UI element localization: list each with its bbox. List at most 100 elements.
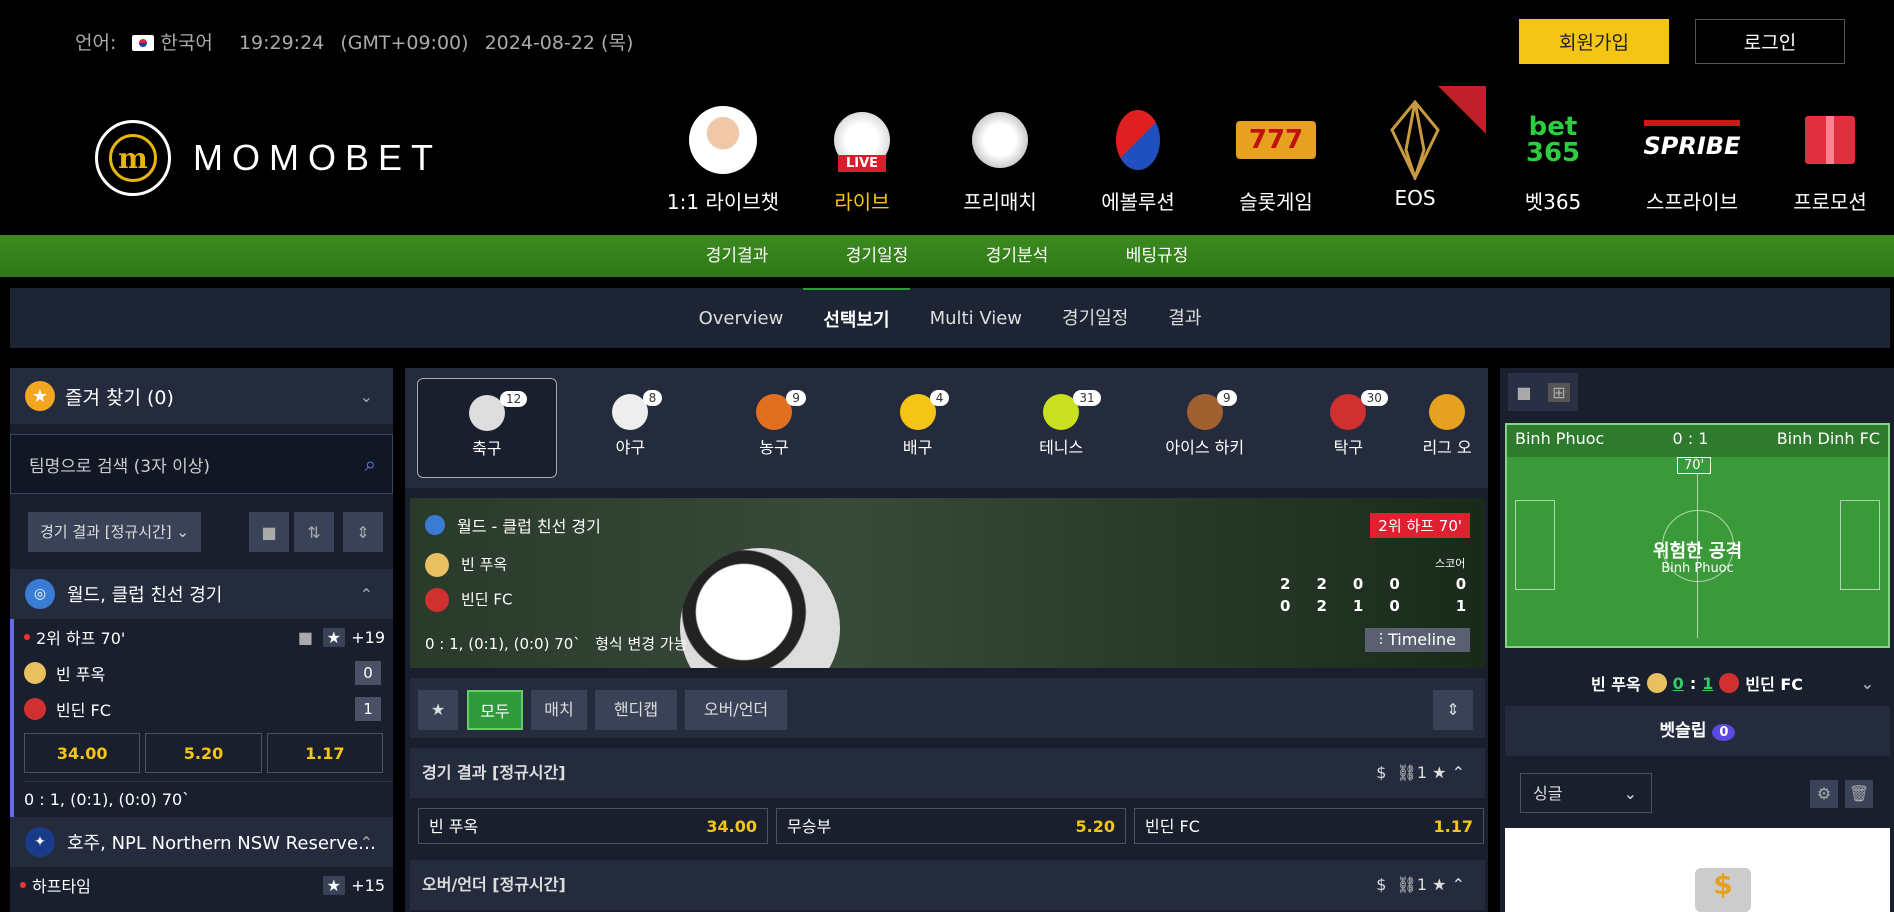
league-header[interactable]: ◎ 월드, 클럽 친선 경기 ⌃ bbox=[10, 569, 393, 619]
bet-mode-select[interactable]: 싱글 ⌄ bbox=[1520, 773, 1652, 813]
scoreboard-icon: ⊞ bbox=[1548, 382, 1570, 402]
chevron-up-icon[interactable]: ⌃ bbox=[1452, 763, 1465, 782]
live-dot bbox=[24, 634, 30, 640]
nav-promotion[interactable]: 프로모션 bbox=[1765, 100, 1894, 215]
sport-tabletennis[interactable]: 30 탁구 bbox=[1279, 378, 1419, 478]
link-icon[interactable]: ⛓ bbox=[1397, 763, 1417, 782]
nav-slot[interactable]: 777 슬롯게임 bbox=[1211, 100, 1341, 215]
market-header[interactable]: 경기 결과 [정규시간] $ ⛓1 ★ ⌃ bbox=[410, 748, 1485, 798]
nav-bet365[interactable]: bet 365 벳365 bbox=[1488, 100, 1618, 215]
evolution-icon bbox=[1116, 110, 1160, 170]
timeline-button[interactable]: ⫶ Timeline bbox=[1364, 628, 1470, 652]
slot-777-icon: 777 bbox=[1236, 121, 1316, 159]
collapse-all-icon[interactable]: ⇕ bbox=[1433, 690, 1473, 730]
eos-icon bbox=[1390, 100, 1440, 180]
video-icon[interactable]: ■ bbox=[298, 628, 313, 647]
search-input[interactable]: 팀명으로 검색 (3자 이상) ⌕ bbox=[10, 434, 393, 494]
link-icon[interactable]: ⛓ bbox=[1397, 875, 1417, 894]
subnav-schedule[interactable]: 경기일정 bbox=[807, 235, 947, 277]
odd-away[interactable]: 1.17 bbox=[266, 733, 383, 773]
nav-livechat[interactable]: 1:1 라이브챗 bbox=[658, 100, 788, 215]
chevron-down-icon: ⌄ bbox=[1623, 784, 1637, 803]
match-banner: 월드 - 클럽 친선 경기 2위 하프 70' 빈 푸옥 빈딘 FC 스코어 2… bbox=[410, 498, 1485, 668]
spribe-icon: SPRIBE bbox=[1643, 120, 1741, 160]
tab-select-view[interactable]: 선택보기 bbox=[803, 288, 910, 348]
filter-all[interactable]: 모두 bbox=[467, 690, 523, 730]
login-button[interactable]: 로그인 bbox=[1695, 19, 1845, 64]
nav-prematch[interactable]: 프리매치 bbox=[935, 100, 1065, 215]
video-icon[interactable]: ■ bbox=[249, 512, 289, 552]
sport-icehockey[interactable]: 9 아이스 하키 bbox=[1135, 378, 1275, 478]
sport-volleyball[interactable]: 4 배구 bbox=[848, 378, 988, 478]
odd-home[interactable]: 34.00 bbox=[24, 733, 141, 773]
sport-baseball[interactable]: 8 야구 bbox=[561, 378, 701, 478]
star-icon[interactable]: ★ bbox=[322, 875, 345, 895]
locale-info: 언어: 한국어 19:29:24 (GMT+09:00) 2024-08-22 … bbox=[75, 28, 643, 55]
sub-nav: 경기결과 경기일정 경기분석 베팅규정 bbox=[0, 235, 1894, 277]
tab-results[interactable]: 결과 bbox=[1148, 288, 1221, 348]
star-icon[interactable]: ★ bbox=[418, 690, 458, 730]
market-filter-select[interactable]: 경기 결과 [정규시간] ⌄ bbox=[28, 511, 201, 552]
tab-schedule[interactable]: 경기일정 bbox=[1042, 288, 1148, 348]
betslip-empty-area: $ bbox=[1505, 828, 1890, 912]
league-header[interactable]: ✦ 호주, NPL Northern NSW Reserve… ⌃ bbox=[10, 817, 393, 867]
sport-lol[interactable]: 리그 오 bbox=[1422, 378, 1472, 478]
subnav-analysis[interactable]: 경기분석 bbox=[947, 235, 1087, 277]
nav-live[interactable]: LIVE 라이브 bbox=[797, 100, 927, 215]
sort-icon[interactable]: ⇅ bbox=[294, 512, 334, 552]
bet-filter-bar: ★ 모두 매치 핸디캡 오버/언더 ⇕ bbox=[410, 678, 1485, 738]
odd-draw[interactable]: 무승부 5.20 bbox=[776, 808, 1126, 844]
world-icon: ◎ bbox=[25, 579, 55, 609]
subnav-results[interactable]: 경기결과 bbox=[667, 235, 807, 277]
view-tabs: Overview 선택보기 Multi View 경기일정 결과 bbox=[10, 288, 1890, 348]
search-icon: ⌕ bbox=[364, 452, 376, 476]
chevron-up-icon: ⌃ bbox=[359, 832, 373, 852]
video-toggle[interactable]: ■ ⊞ bbox=[1508, 373, 1578, 411]
agent-icon bbox=[689, 106, 757, 174]
subnav-rules[interactable]: 베팅규정 bbox=[1087, 235, 1227, 277]
status-badge: 2위 하프 70' bbox=[1370, 513, 1470, 538]
star-icon[interactable]: ★ bbox=[1432, 763, 1446, 782]
filter-match[interactable]: 매치 bbox=[531, 690, 587, 730]
video-icon: ■ bbox=[1516, 382, 1532, 402]
star-icon[interactable]: ★ bbox=[1432, 875, 1446, 894]
chevron-up-icon: ⌃ bbox=[359, 584, 373, 604]
signup-button[interactable]: 회원가입 bbox=[1519, 19, 1669, 64]
left-panel: ★ 즐겨 찾기 (0) ⌄ 팀명으로 검색 (3자 이상) ⌕ 경기 결과 [정규시간… bbox=[10, 368, 393, 912]
settings-icon[interactable]: ⚙ bbox=[1810, 780, 1838, 808]
sport-soccer[interactable]: 12 축구 bbox=[417, 378, 557, 478]
trash-icon[interactable]: 🗑 bbox=[1845, 780, 1873, 808]
betslip-count: 0 bbox=[1712, 724, 1736, 741]
chevron-up-icon[interactable]: ⌃ bbox=[1452, 875, 1465, 894]
dollar-icon[interactable]: $ bbox=[1376, 875, 1386, 894]
match-card[interactable]: 2위 하프 70' ■ ★ +19 빈 푸옥 0 빈딘 FC 1 34.00 5.20 1.… bbox=[10, 619, 393, 817]
clock: 19:29:24 bbox=[238, 32, 325, 54]
nav-spribe[interactable]: SPRIBE 스프라이브 bbox=[1627, 100, 1757, 215]
language-selector[interactable]: 한국어 bbox=[132, 32, 222, 54]
odd-draw[interactable]: 5.20 bbox=[145, 733, 262, 773]
star-icon[interactable]: ★ bbox=[322, 627, 345, 647]
center-panel: 12 축구 8 야구 9 농구 4 배구 31 테니스 9 아이스 하키 30 탁구 리그 오… bbox=[405, 368, 1488, 912]
collapse-all-icon[interactable]: ⇕ bbox=[343, 512, 383, 552]
filter-handicap[interactable]: 핸디캡 bbox=[595, 690, 677, 730]
odd-home[interactable]: 빈 푸옥 34.00 bbox=[418, 808, 768, 844]
dollar-icon[interactable]: $ bbox=[1376, 763, 1386, 782]
market-header[interactable]: 오버/언더 [정규시간] $ ⛓1 ★ ⌃ bbox=[410, 860, 1485, 910]
star-icon: ★ bbox=[25, 381, 55, 411]
nav-eos[interactable]: EOS bbox=[1350, 86, 1486, 210]
favorites-header[interactable]: ★ 즐겨 찾기 (0) ⌄ bbox=[10, 368, 393, 424]
nav-evolution[interactable]: 에볼루션 bbox=[1073, 100, 1203, 215]
filter-overunder[interactable]: 오버/언더 bbox=[685, 690, 787, 730]
australia-flag-icon: ✦ bbox=[25, 827, 55, 857]
tab-multi-view[interactable]: Multi View bbox=[910, 288, 1042, 348]
logo[interactable]: m MOMOBET bbox=[95, 120, 442, 196]
date: 2024-08-22 (목) bbox=[484, 32, 634, 54]
tab-overview[interactable]: Overview bbox=[679, 288, 804, 348]
sport-tennis[interactable]: 31 테니스 bbox=[991, 378, 1131, 478]
soccer-ball-image bbox=[680, 548, 840, 668]
chevron-down-icon: ⌄ bbox=[359, 386, 373, 406]
odd-away[interactable]: 빈딘 FC 1.17 bbox=[1134, 808, 1484, 844]
score-summary[interactable]: 빈 푸옥 0:1 빈딘 FC ⌄ bbox=[1500, 658, 1894, 708]
sport-basketball[interactable]: 9 농구 bbox=[704, 378, 844, 478]
team-logo bbox=[24, 662, 46, 684]
